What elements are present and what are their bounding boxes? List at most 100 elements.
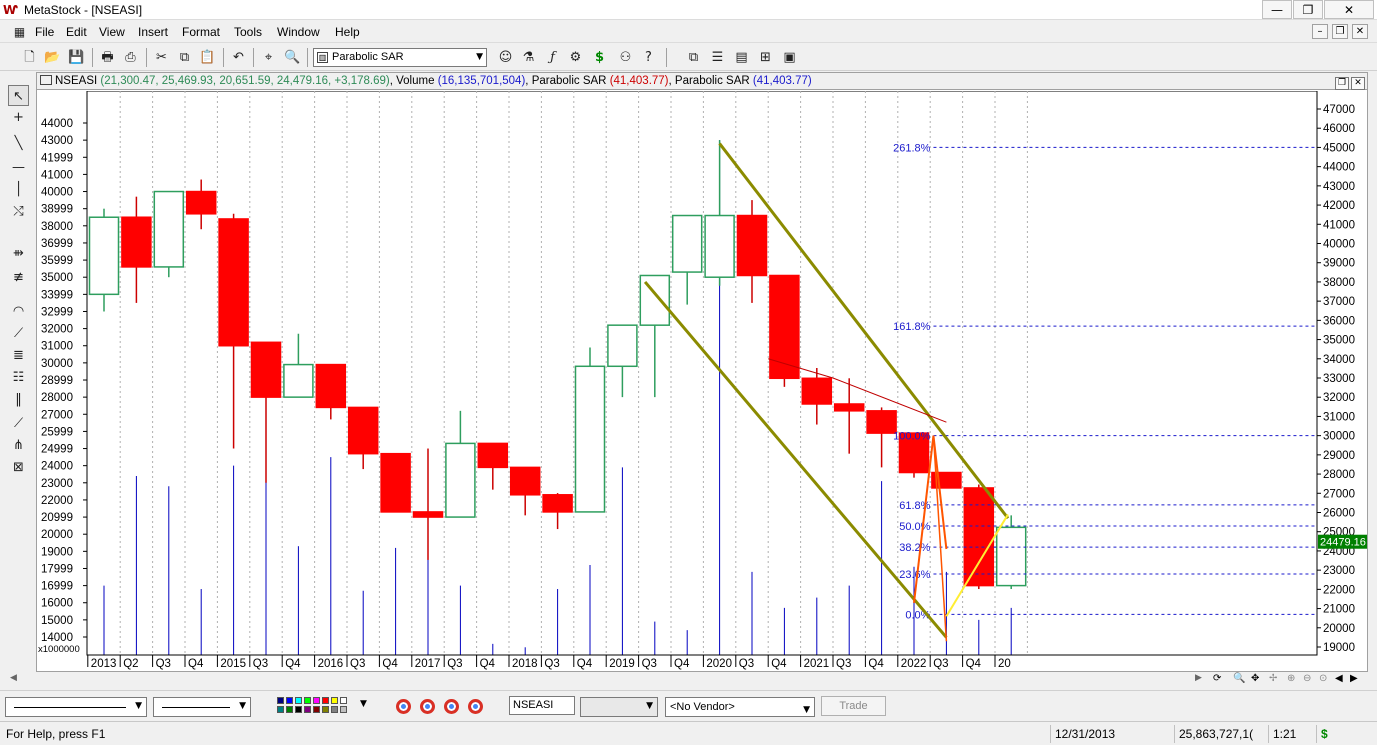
trade-button[interactable]: Trade (821, 696, 886, 716)
undo-icon[interactable]: ↶ (229, 48, 248, 67)
close-button[interactable]: ✕ (1324, 0, 1374, 19)
palette-dropdown-icon[interactable]: ▼ (360, 699, 367, 709)
dollar-icon[interactable]: $ (590, 48, 609, 67)
help-icon[interactable]: ? (639, 48, 658, 67)
color-swatch[interactable] (331, 706, 338, 713)
system-tester-icon[interactable]: ⚗ (519, 48, 538, 67)
expert-icon[interactable]: ⚙ (566, 48, 585, 67)
chrome-icon[interactable] (468, 699, 483, 714)
trendline-icon[interactable]: ╲ (8, 133, 29, 154)
zoom-query-icon[interactable]: 🔍 (1233, 673, 1245, 684)
document-menu-icon[interactable]: ▦ (10, 23, 29, 42)
indicator-select[interactable]: ▥ Parabolic SAR ▼ (313, 48, 487, 67)
layout-cascade-icon[interactable]: ⧉ (684, 48, 703, 67)
chart-window[interactable]: NSEASI (21,300.47, 25,469.93, 20,651.59,… (36, 72, 1368, 672)
color-swatch[interactable] (286, 706, 293, 713)
chrome-icon[interactable] (444, 699, 459, 714)
copy-icon[interactable]: ⧉ (175, 48, 194, 67)
speed-line-icon[interactable]: ⤭ (8, 201, 29, 222)
line-style-select[interactable]: ▼ (5, 697, 147, 717)
vertical-line-icon[interactable]: │ (8, 179, 29, 200)
candle-down (315, 363, 347, 409)
zoom-icon[interactable]: 🔍 (283, 48, 302, 67)
color-swatch[interactable] (295, 706, 302, 713)
scroll-right-icon[interactable]: ▶ (1195, 673, 1202, 683)
menu-file[interactable]: File (35, 25, 54, 39)
color-swatch[interactable] (313, 706, 320, 713)
save-icon[interactable]: 💾 (67, 48, 86, 67)
chrome-icon[interactable] (396, 699, 411, 714)
new-icon[interactable]: 🗋 (20, 48, 39, 67)
vendor-select[interactable]: <No Vendor> ▼ (665, 697, 815, 717)
zoom-out-icon[interactable]: ⊖ (1303, 673, 1311, 684)
pointer-icon[interactable]: ↖ (8, 85, 29, 106)
print-preview-icon[interactable]: ⎙ (121, 48, 140, 67)
color-swatch[interactable] (277, 697, 284, 704)
price-chart[interactable]: 261.8%161.8%100.0%61.8%50.0%38.2%23.6%0.… (37, 91, 1367, 672)
layout-arrange-icon[interactable]: ▣ (780, 48, 799, 67)
chart-restore-button[interactable]: ❐ (1335, 77, 1349, 90)
move-icon[interactable]: ✥ (1251, 673, 1259, 684)
fibonacci-extension-icon[interactable]: ☷ (8, 367, 29, 388)
minimize-button[interactable]: — (1262, 0, 1292, 19)
right-axis-label: 28000 (1323, 469, 1355, 481)
color-swatch[interactable] (340, 706, 347, 713)
fibonacci-retracement-icon[interactable]: ≣ (8, 345, 29, 366)
horizontal-line-icon[interactable]: — (8, 157, 29, 178)
mdi-close-button[interactable]: ✕ (1352, 24, 1368, 39)
mdi-minimize-button[interactable]: – (1312, 24, 1328, 39)
print-icon[interactable]: 🖶 (98, 48, 117, 67)
color-swatch[interactable] (322, 697, 329, 704)
prev-bar-icon[interactable]: ◀ (1335, 673, 1343, 684)
color-swatch[interactable] (322, 706, 329, 713)
paste-icon[interactable]: 📋 (198, 48, 217, 67)
menu-format[interactable]: Format (182, 25, 220, 39)
cut-icon[interactable]: ✂ (152, 48, 171, 67)
andrews-pitchfork-icon[interactable]: ⋔ (8, 435, 29, 456)
color-swatch[interactable] (286, 697, 293, 704)
menu-window[interactable]: Window (277, 25, 320, 39)
color-swatch[interactable] (304, 706, 311, 713)
layout-tile-icon[interactable]: ⊞ (756, 48, 775, 67)
zoom-in-icon[interactable]: ⊕ (1287, 673, 1295, 684)
refresh-icon[interactable]: ⟳ (1213, 673, 1221, 684)
crosshair-icon[interactable]: ⌖ (259, 48, 278, 67)
color-swatch[interactable] (331, 697, 338, 704)
color-swatch[interactable] (295, 697, 302, 704)
security-select[interactable]: ▼ (580, 697, 658, 717)
menu-insert[interactable]: Insert (138, 25, 168, 39)
menu-tools[interactable]: Tools (234, 25, 262, 39)
grid-icon[interactable]: ⊠ (8, 457, 29, 478)
menu-edit[interactable]: Edit (66, 25, 87, 39)
color-swatch[interactable] (277, 706, 284, 713)
explorer-icon[interactable]: ☺ (496, 48, 515, 67)
mdi-restore-button[interactable]: ❐ (1332, 24, 1348, 39)
gann-fan-icon[interactable]: ⟋ (8, 413, 29, 434)
color-swatch[interactable] (304, 697, 311, 704)
menu-help[interactable]: Help (335, 25, 360, 39)
chart-close-button[interactable]: ✕ (1351, 77, 1365, 90)
regression-icon[interactable]: ≢ (8, 267, 29, 288)
color-palette[interactable] (277, 697, 357, 717)
open-icon[interactable]: 📂 (43, 48, 62, 67)
crosshair-tool-icon[interactable]: + (8, 107, 29, 128)
menu-view[interactable]: View (99, 25, 125, 39)
symbol-input[interactable]: NSEASI (509, 696, 575, 715)
fan-icon[interactable]: ⟋ (8, 323, 29, 344)
formula-icon[interactable]: ƒ (543, 48, 562, 67)
binoculars-icon[interactable]: ⚇ (616, 48, 635, 67)
arc-icon[interactable]: ◠ (8, 301, 29, 322)
layout-horizontal-icon[interactable]: ☰ (708, 48, 727, 67)
line-weight-select[interactable]: ▼ (153, 697, 251, 717)
cycle-lines-icon[interactable]: ‖ (8, 389, 29, 410)
chrome-icon[interactable] (420, 699, 435, 714)
next-bar-icon[interactable]: ▶ (1350, 673, 1358, 684)
expand-icon[interactable]: ✢ (1269, 673, 1277, 684)
restore-button[interactable]: ❐ (1293, 0, 1323, 19)
color-swatch[interactable] (340, 697, 347, 704)
scroll-left-icon[interactable]: ◀ (10, 673, 17, 683)
color-swatch[interactable] (313, 697, 320, 704)
zoom-fit-icon[interactable]: ⊙ (1319, 673, 1327, 684)
layout-vertical-icon[interactable]: ▤ (732, 48, 751, 67)
channel-icon[interactable]: ⇻ (8, 243, 29, 264)
